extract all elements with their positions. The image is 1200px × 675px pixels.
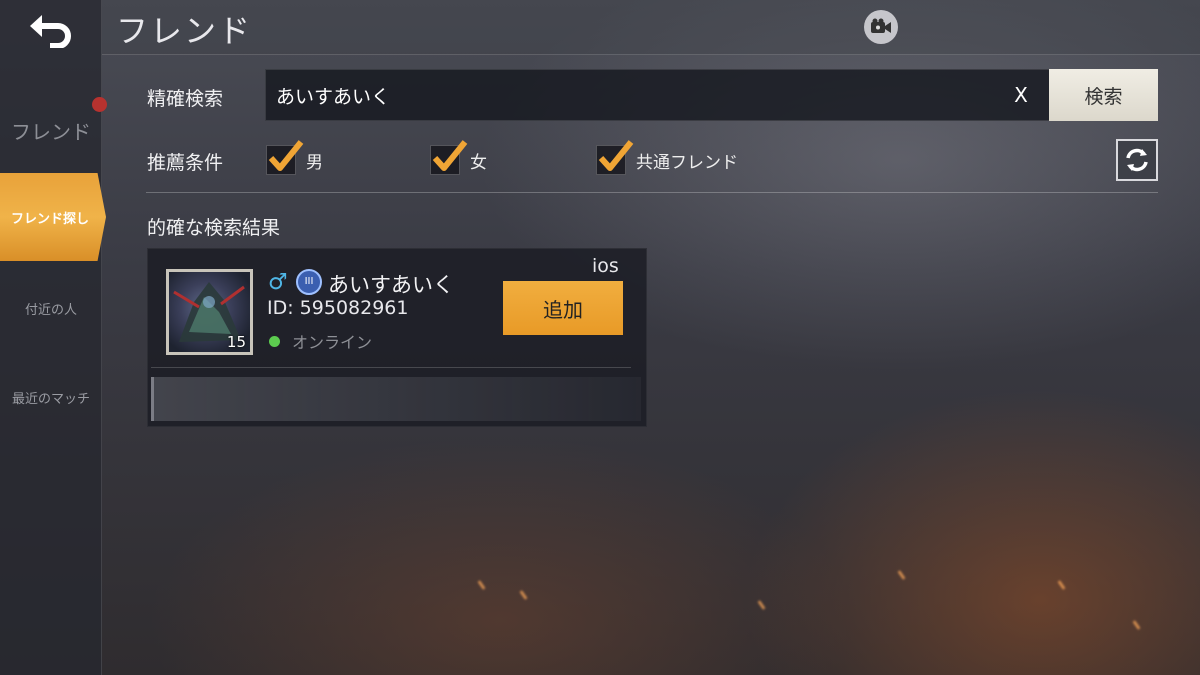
search-box: X: [265, 69, 1050, 121]
platform-label: ios: [592, 255, 619, 277]
ember-decoration: [477, 580, 486, 590]
sidebar-item-label: フレンド探し: [10, 211, 89, 227]
results-heading: 的確な検索結果: [147, 217, 281, 239]
ember-decoration: [897, 570, 906, 580]
checkmark-icon: [598, 140, 634, 171]
sidebar-item-friend[interactable]: フレンド: [0, 116, 102, 145]
notification-dot: [92, 97, 107, 112]
filter-label: 推薦条件: [147, 152, 224, 174]
search-input[interactable]: [276, 70, 976, 120]
filter-mutual-friend-checkbox[interactable]: 共通フレンド: [596, 140, 738, 175]
ember-decoration: [757, 600, 766, 610]
result-card: 15 ♂ III あいすあいく ID: 595082961 オンライン ios …: [147, 248, 647, 427]
filter-option-label: 男: [306, 152, 323, 173]
filter-male-checkbox[interactable]: 男: [266, 140, 323, 175]
sidebar-item-find-friend[interactable]: フレンド探し: [0, 173, 106, 261]
ember-decoration: [1057, 580, 1066, 590]
video-record-button[interactable]: [864, 10, 898, 44]
player-level: 15: [226, 333, 246, 351]
avatar[interactable]: 15: [166, 269, 253, 355]
card-divider: [151, 367, 631, 368]
refresh-icon: [1126, 148, 1148, 172]
online-status: オンライン: [269, 329, 372, 353]
filter-option-label: 女: [470, 152, 487, 173]
filter-female-checkbox[interactable]: 女: [430, 140, 487, 175]
page-title: フレンド: [116, 12, 253, 50]
checkmark-icon: [268, 140, 304, 171]
checkbox[interactable]: [266, 140, 304, 175]
checkmark-icon: [432, 140, 468, 171]
status-text: オンライン: [292, 333, 373, 352]
refresh-button[interactable]: [1116, 139, 1158, 181]
rank-badge-icon: III: [296, 269, 322, 295]
checkbox[interactable]: [596, 140, 634, 175]
search-button[interactable]: 検索: [1049, 69, 1158, 121]
player-name: あいすあいく: [328, 273, 454, 297]
add-friend-button[interactable]: 追加: [503, 281, 623, 335]
clear-search-button[interactable]: X: [1006, 80, 1036, 110]
search-label: 精確検索: [147, 88, 224, 110]
back-button[interactable]: [26, 10, 76, 50]
filter-option-label: 共通フレンド: [636, 152, 738, 173]
header: フレンド: [102, 0, 1200, 55]
sidebar: フレンド フレンド探し 付近の人 最近のマッチ: [0, 0, 107, 675]
ember-decoration: [1132, 620, 1141, 630]
online-dot-icon: [269, 335, 280, 347]
back-arrow-icon: [30, 15, 71, 48]
divider: [146, 192, 1158, 193]
male-icon: ♂: [268, 270, 288, 295]
player-id: ID: 595082961: [267, 297, 409, 319]
sidebar-item-recent-match[interactable]: 最近のマッチ: [0, 388, 102, 407]
card-footer: [151, 377, 641, 421]
sidebar-item-nearby[interactable]: 付近の人: [0, 299, 102, 318]
checkbox[interactable]: [430, 140, 468, 175]
video-camera-icon: [871, 18, 891, 33]
ember-decoration: [519, 590, 528, 600]
